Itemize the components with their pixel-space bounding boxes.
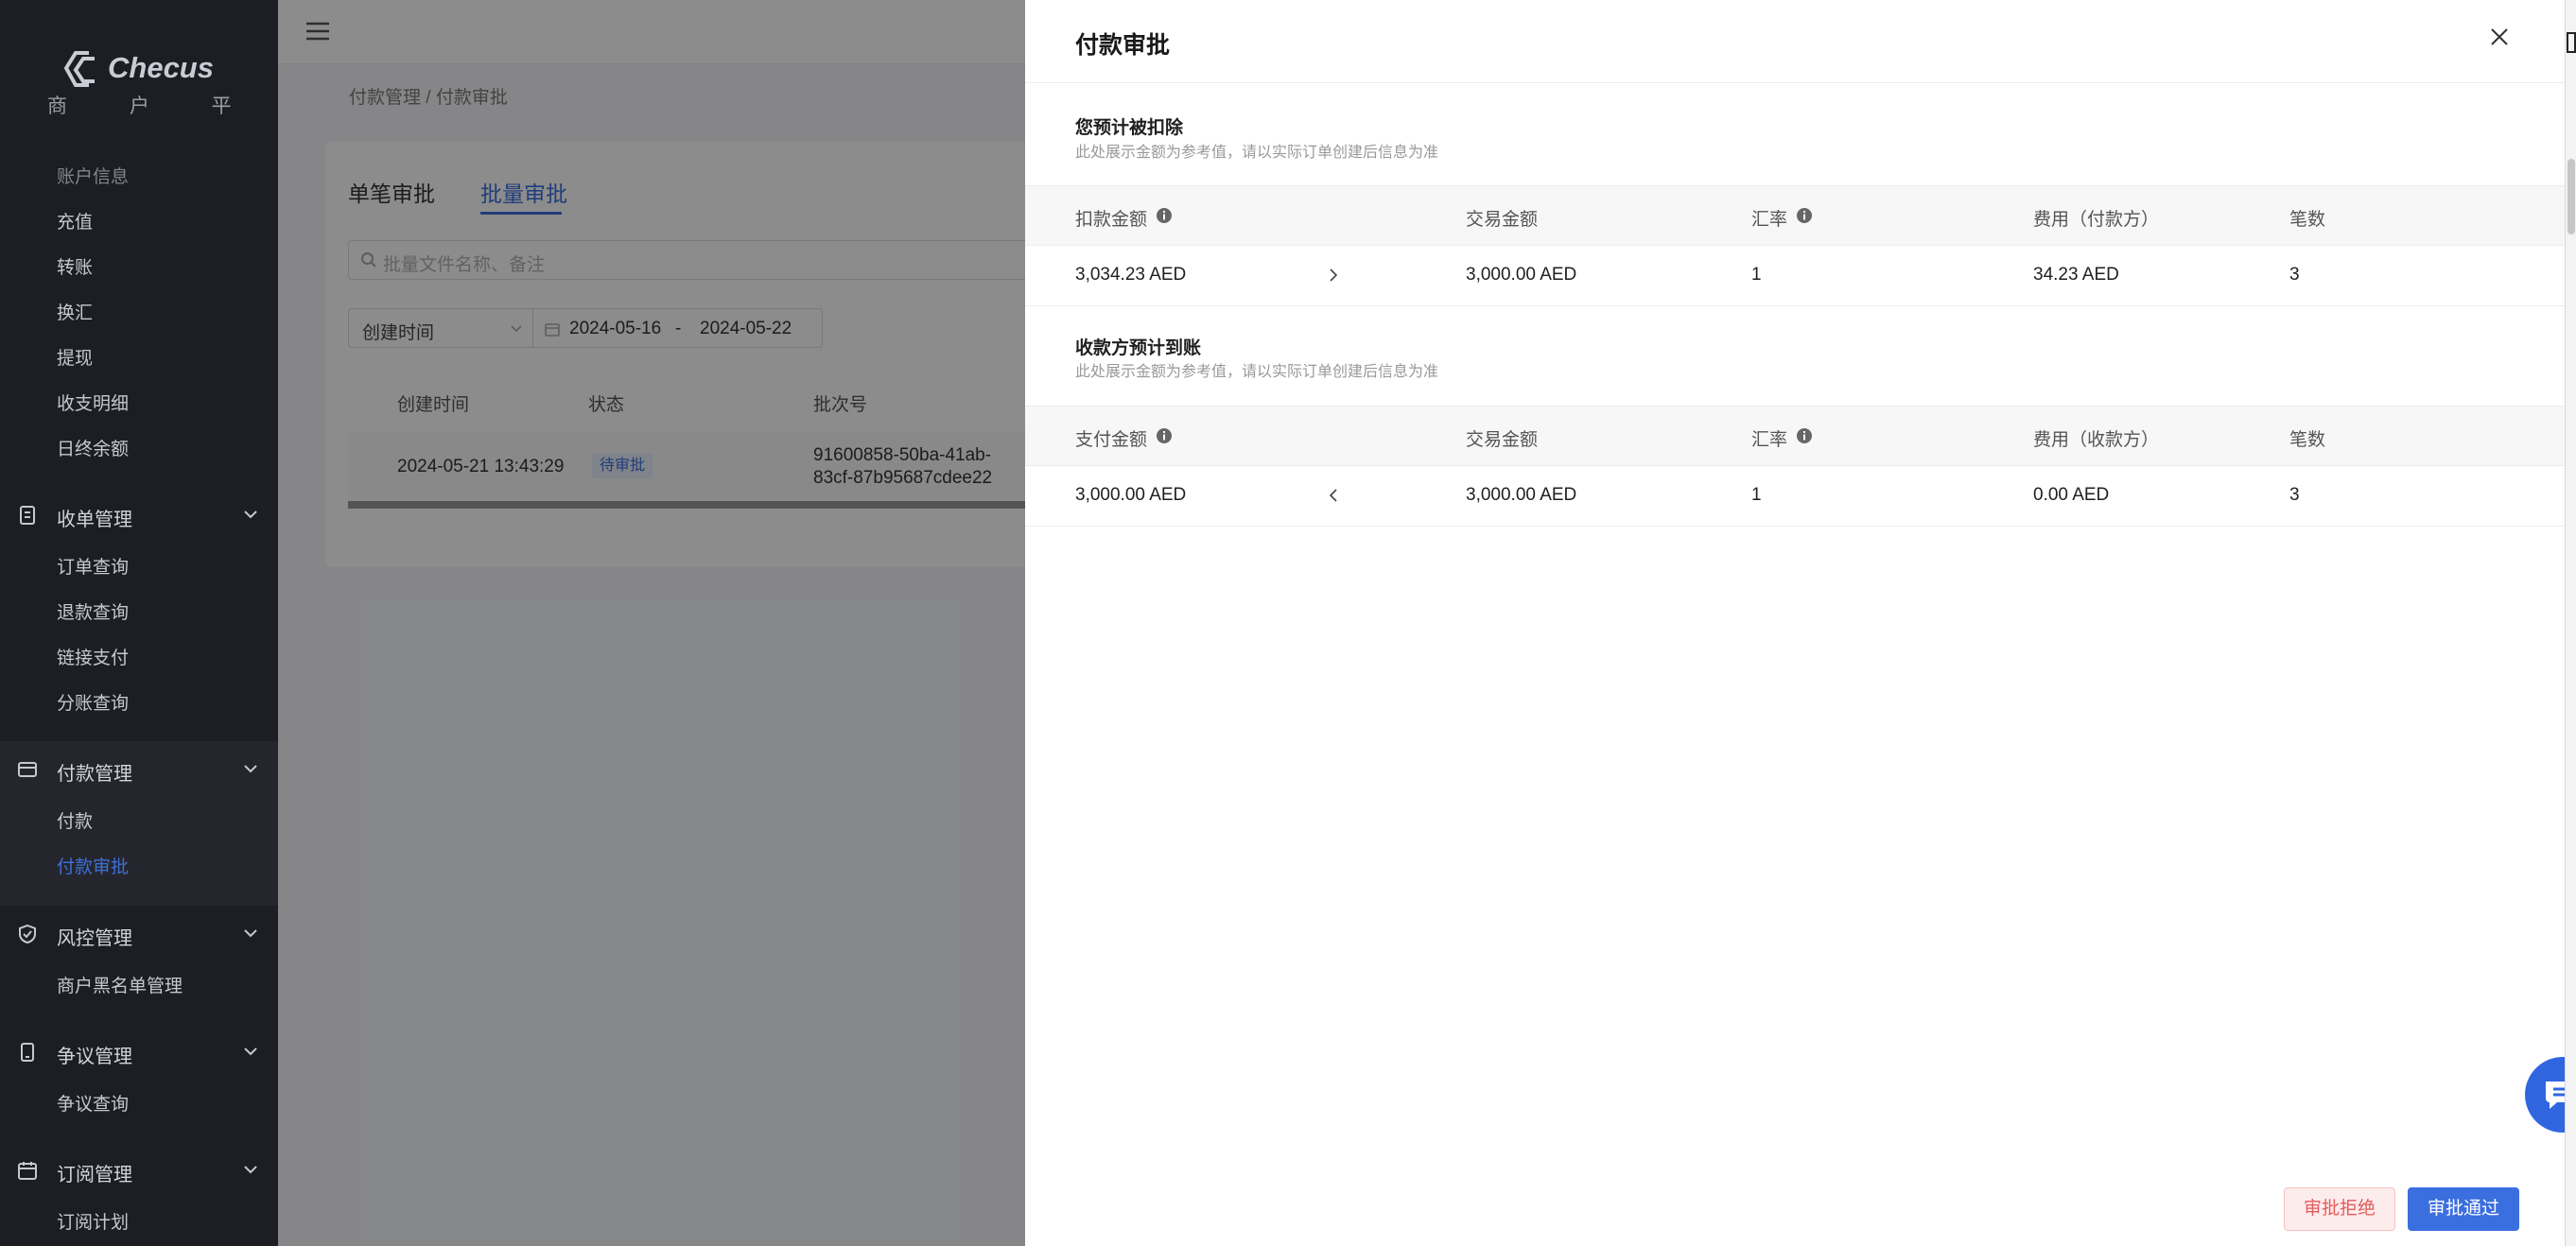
menu-group-label: 争议管理 xyxy=(57,1047,132,1067)
section-title-deduct: 您预计被扣除 xyxy=(1075,118,1184,138)
payment-icon xyxy=(18,762,37,777)
modal-backdrop[interactable] xyxy=(278,0,1025,1246)
menu-group-label: 付款管理 xyxy=(57,764,132,785)
menu-item-dispute-query[interactable]: 争议查询 xyxy=(57,1094,129,1116)
brand-name: Checus xyxy=(108,51,214,84)
value-rate: 1 xyxy=(1751,485,1762,505)
menu-item-order-query[interactable]: 订单查询 xyxy=(57,557,129,580)
approve-button[interactable]: 审批通过 xyxy=(2408,1187,2519,1231)
payment-approval-drawer: 付款审批 您预计被扣除 此处展示金额为参考值，请以实际订单创建后信息为准 扣款金… xyxy=(1025,0,2576,1246)
menu-item-payment[interactable]: 付款 xyxy=(57,811,93,834)
header-transaction-amount: 交易金额 xyxy=(1466,210,1539,230)
value-transaction-amount: 3,000.00 AED xyxy=(1466,485,1577,505)
menu-item-payment-approval[interactable]: 付款审批 xyxy=(57,857,129,879)
menu-item-exchange[interactable]: 换汇 xyxy=(57,303,93,325)
menu-group-dispute[interactable]: 争议管理 xyxy=(0,1030,278,1075)
receive-table-row: 3,000.00 AED 3,000.00 AED 1 0.00 AED 3 xyxy=(1025,466,2565,527)
calendar-icon xyxy=(18,1162,37,1180)
value-rate: 1 xyxy=(1751,265,1762,285)
menu-item-withdraw[interactable]: 提现 xyxy=(57,348,93,371)
window-edge-fragment xyxy=(2567,32,2576,53)
menu-item-account-info[interactable]: 账户信息 xyxy=(57,166,129,189)
menu-group-label: 收单管理 xyxy=(57,510,132,530)
header-count: 笔数 xyxy=(2289,210,2326,230)
phone-icon xyxy=(21,1043,34,1062)
receive-table-header: 支付金额 交易金额 汇率 费用（收款方） 笔数 xyxy=(1025,406,2565,466)
info-icon[interactable] xyxy=(1156,427,1173,444)
header-count: 笔数 xyxy=(2289,430,2326,450)
menu-group-payment[interactable]: 付款管理 xyxy=(0,747,278,792)
menu-item-split-query[interactable]: 分账查询 xyxy=(57,693,129,716)
header-rate: 汇率 xyxy=(1751,430,1788,450)
section-note-receive: 此处展示金额为参考值，请以实际订单创建后信息为准 xyxy=(1075,364,1439,380)
value-pay-amount: 3,000.00 AED xyxy=(1075,485,1187,505)
menu-item-transfer[interactable]: 转账 xyxy=(57,257,93,280)
menu-item-link-payment[interactable]: 链接支付 xyxy=(57,648,129,670)
header-pay-amount: 支付金额 xyxy=(1075,430,1148,450)
chevron-down-icon xyxy=(244,1166,257,1174)
menu-item-daily-balance[interactable]: 日终余额 xyxy=(57,439,129,461)
checus-logo-icon xyxy=(63,51,95,87)
header-rate: 汇率 xyxy=(1751,210,1788,230)
drawer-title: 付款审批 xyxy=(1075,32,1171,59)
reject-button[interactable]: 审批拒绝 xyxy=(2284,1187,2395,1231)
scrollbar-thumb[interactable] xyxy=(2567,159,2575,234)
info-icon[interactable] xyxy=(1156,207,1173,224)
chevron-down-icon xyxy=(244,765,257,773)
menu-group-subscription[interactable]: 订阅管理 xyxy=(0,1148,278,1193)
brand-subtitle: 商 户 平 台 xyxy=(47,95,278,117)
brand-logo[interactable]: Checus 商 户 平 台 xyxy=(47,42,278,117)
value-fee-payer: 34.23 AED xyxy=(2033,265,2119,285)
document-icon xyxy=(20,506,35,525)
chevron-down-icon xyxy=(244,511,257,519)
shield-icon xyxy=(19,924,36,944)
menu-item-refund-query[interactable]: 退款查询 xyxy=(57,602,129,625)
sidebar: Checus 商 户 平 台 账户信息 充值 转账 换汇 提现 收支明细 日终余… xyxy=(0,0,278,1246)
menu-group-acquiring[interactable]: 收单管理 xyxy=(0,493,278,538)
header-transaction-amount: 交易金额 xyxy=(1466,430,1539,450)
header-deduct-amount: 扣款金额 xyxy=(1075,210,1148,230)
chevron-left-icon xyxy=(1329,489,1337,502)
header-divider xyxy=(1025,82,2565,83)
deduct-table-header: 扣款金额 交易金额 汇率 费用（付款方） 笔数 xyxy=(1025,185,2565,246)
value-count: 3 xyxy=(2289,265,2300,285)
section-note-deduct: 此处展示金额为参考值，请以实际订单创建后信息为准 xyxy=(1075,145,1439,161)
value-count: 3 xyxy=(2289,485,2300,505)
value-fee-payee: 0.00 AED xyxy=(2033,485,2110,505)
deduct-table-row: 3,034.23 AED 3,000.00 AED 1 34.23 AED 3 xyxy=(1025,246,2565,306)
menu-item-subscription-plan[interactable]: 订阅计划 xyxy=(57,1212,129,1235)
menu-item-merchant-blacklist[interactable]: 商户黑名单管理 xyxy=(57,976,183,998)
chevron-down-icon xyxy=(244,929,257,938)
menu-item-recharge[interactable]: 充值 xyxy=(57,212,93,234)
menu-group-risk[interactable]: 风控管理 xyxy=(0,911,278,957)
value-transaction-amount: 3,000.00 AED xyxy=(1466,265,1577,285)
value-deduct-amount: 3,034.23 AED xyxy=(1075,265,1187,285)
menu-group-label: 订阅管理 xyxy=(57,1165,132,1185)
chevron-down-icon xyxy=(244,1047,257,1056)
menu-item-statement[interactable]: 收支明细 xyxy=(57,393,129,416)
section-title-receive: 收款方预计到账 xyxy=(1075,338,1202,358)
chevron-right-icon xyxy=(1330,268,1338,282)
info-icon[interactable] xyxy=(1796,207,1813,224)
header-fee-payer: 费用（付款方） xyxy=(2033,210,2160,230)
vertical-scrollbar[interactable] xyxy=(2565,0,2576,1246)
menu-group-label: 风控管理 xyxy=(57,928,132,949)
close-icon[interactable] xyxy=(2489,26,2510,47)
header-fee-payee: 费用（收款方） xyxy=(2033,430,2160,450)
info-icon[interactable] xyxy=(1796,427,1813,444)
